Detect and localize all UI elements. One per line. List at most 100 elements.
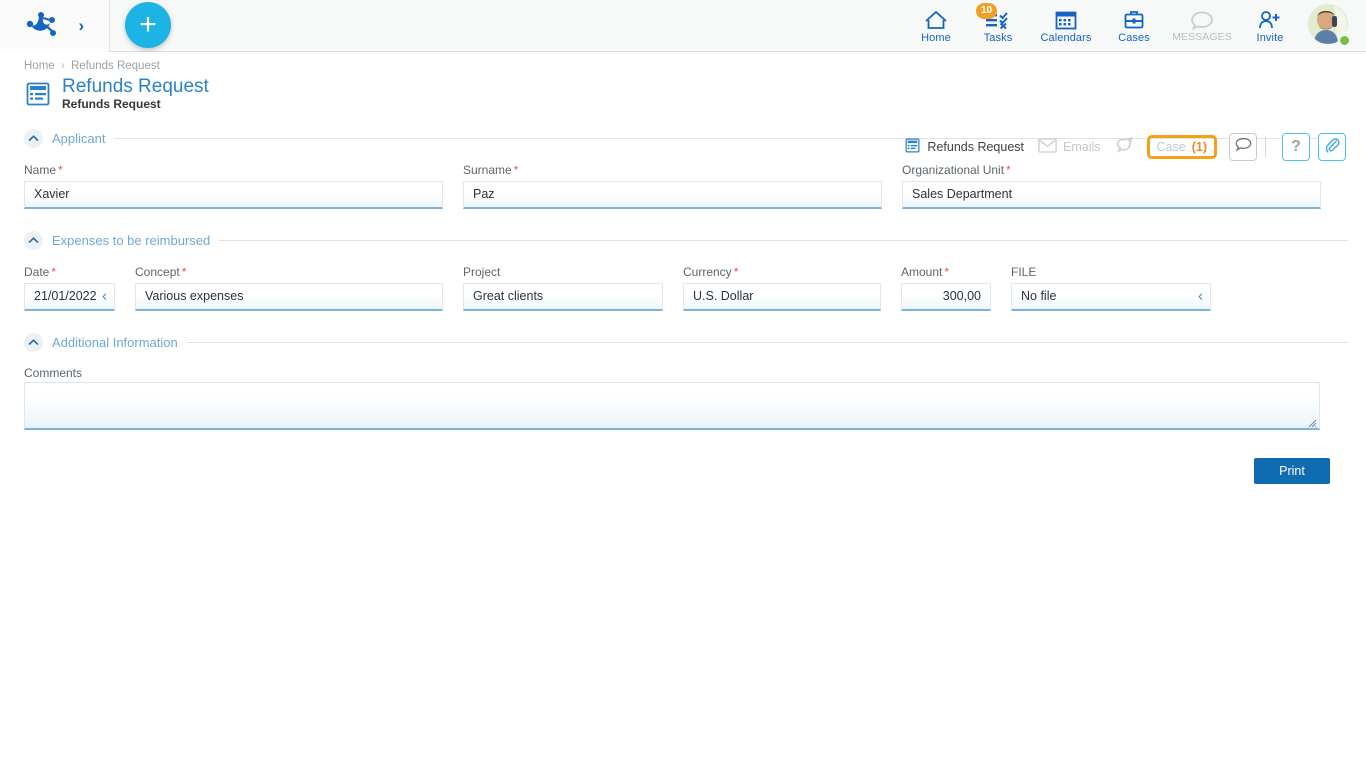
tool-case[interactable]: Case (1) xyxy=(1147,135,1217,159)
section-rule xyxy=(219,240,1348,241)
collapse-toggle-additional[interactable] xyxy=(24,333,43,352)
avatar[interactable] xyxy=(1308,4,1352,48)
field-amount: Amount* 300,00 xyxy=(901,266,991,311)
tool-label-form: Refunds Request xyxy=(927,140,1024,154)
input-file[interactable]: No file ‹ xyxy=(1011,283,1211,311)
input-amount[interactable]: 300,00 xyxy=(901,283,991,311)
field-concept: Concept* Various expenses xyxy=(135,266,443,311)
page-title: Refunds Request xyxy=(62,77,209,97)
tool-label-emails: Emails xyxy=(1063,140,1101,154)
input-surname[interactable]: Paz xyxy=(463,181,882,209)
tool-label-case: Case xyxy=(1157,140,1186,154)
nav-item-tasks[interactable]: 10 Tasks xyxy=(968,0,1028,52)
app-logo-icon[interactable] xyxy=(25,11,57,41)
label-text-date: Date xyxy=(24,265,49,279)
section-title-additional: Additional Information xyxy=(52,335,178,350)
input-project[interactable]: Great clients xyxy=(463,283,663,311)
input-currency[interactable]: U.S. Dollar xyxy=(683,283,881,311)
page-title-texts: Refunds Request Refunds Request xyxy=(62,77,209,111)
header-toolbar: Refunds Request Emails Case (1) xyxy=(897,132,1346,161)
print-button[interactable]: Print xyxy=(1254,458,1330,484)
breadcrumb-separator: › xyxy=(61,60,65,72)
field-surname: Surname* Paz xyxy=(463,164,882,209)
tool-tag[interactable] xyxy=(1108,132,1143,161)
required-marker: * xyxy=(734,265,739,279)
home-icon xyxy=(923,7,949,31)
chevron-left-icon[interactable]: ‹ xyxy=(1198,289,1203,304)
online-status-indicator xyxy=(1338,34,1351,47)
input-value-surname: Paz xyxy=(473,187,495,201)
label-text-currency: Currency xyxy=(683,265,732,279)
label-surname: Surname* xyxy=(463,164,882,176)
question-mark-icon: ? xyxy=(1291,138,1301,156)
page-subtitle: Refunds Request xyxy=(62,98,209,111)
label-concept: Concept* xyxy=(135,266,443,278)
tool-form[interactable]: Refunds Request xyxy=(897,133,1031,161)
comment-button[interactable] xyxy=(1229,133,1257,161)
tasks-badge: 10 xyxy=(976,3,997,19)
form-actions: Print xyxy=(24,458,1348,484)
section-title-applicant: Applicant xyxy=(52,131,105,146)
label-project: Project xyxy=(463,266,663,278)
fields-row-applicant: Name* Xavier Surname* Paz Organizational… xyxy=(24,164,1348,209)
tool-emails[interactable]: Emails xyxy=(1031,134,1108,160)
chevron-left-icon[interactable]: ‹ xyxy=(102,289,107,304)
input-concept[interactable]: Various expenses xyxy=(135,283,443,311)
nav-label-messages: MESSAGES xyxy=(1172,32,1232,44)
help-button[interactable]: ? xyxy=(1282,133,1310,161)
collapse-toggle-applicant[interactable] xyxy=(24,129,43,148)
form-icon xyxy=(24,80,52,108)
required-marker: * xyxy=(51,265,56,279)
field-currency: Currency* U.S. Dollar xyxy=(683,266,881,311)
nav-item-calendars[interactable]: Calendars xyxy=(1030,0,1102,52)
field-file: FILE No file ‹ xyxy=(1011,266,1211,311)
field-organizational-unit: Organizational Unit* Sales Department xyxy=(902,164,1321,209)
nav-label-calendars: Calendars xyxy=(1040,32,1091,44)
required-marker: * xyxy=(1006,163,1011,177)
input-value-concept: Various expenses xyxy=(145,289,243,303)
input-name[interactable]: Xavier xyxy=(24,181,443,209)
sidebar-expand-icon[interactable]: › xyxy=(78,17,84,34)
input-value-date: 21/01/2022 xyxy=(34,289,97,303)
required-marker: * xyxy=(514,163,519,177)
comment-bubble-icon xyxy=(1235,137,1252,157)
case-count: (1) xyxy=(1192,140,1207,154)
label-text-project: Project xyxy=(463,265,500,279)
label-text-concept: Concept xyxy=(135,265,180,279)
nav-label-tasks: Tasks xyxy=(984,32,1013,44)
attachment-button[interactable] xyxy=(1318,133,1346,161)
top-navigation: Home 10 Tasks xyxy=(906,0,1366,52)
input-date[interactable]: 21/01/2022 ‹ xyxy=(24,283,115,311)
field-date: Date* 21/01/2022 ‹ xyxy=(24,266,115,311)
label-name: Name* xyxy=(24,164,443,176)
field-comments: Comments xyxy=(24,364,1348,430)
nav-item-invite[interactable]: Invite xyxy=(1240,0,1300,52)
create-zone: + xyxy=(110,0,186,52)
resize-handle-icon[interactable] xyxy=(1306,415,1317,426)
required-marker: * xyxy=(944,265,949,279)
paperclip-icon xyxy=(1324,136,1341,158)
breadcrumb-current: Refunds Request xyxy=(71,60,160,72)
tag-icon xyxy=(1115,136,1136,157)
fields-row-expenses: Date* 21/01/2022 ‹ Concept* Various expe… xyxy=(24,266,1348,311)
nav-label-home: Home xyxy=(921,32,951,44)
input-organizational-unit[interactable]: Sales Department xyxy=(902,181,1321,209)
form-small-icon xyxy=(904,137,921,157)
create-new-button[interactable]: + xyxy=(125,2,171,48)
input-value-currency: U.S. Dollar xyxy=(693,289,753,303)
label-text-surname: Surname xyxy=(463,163,512,177)
nav-label-cases: Cases xyxy=(1118,32,1150,44)
input-value-file: No file xyxy=(1021,289,1056,303)
label-date: Date* xyxy=(24,266,115,278)
label-comments: Comments xyxy=(24,366,82,380)
calendar-icon xyxy=(1054,7,1078,31)
breadcrumb: Home › Refunds Request xyxy=(24,60,1348,72)
collapse-toggle-expenses[interactable] xyxy=(24,231,43,250)
breadcrumb-home[interactable]: Home xyxy=(24,60,55,72)
nav-item-cases[interactable]: Cases xyxy=(1104,0,1164,52)
required-marker: * xyxy=(58,163,63,177)
message-icon xyxy=(1189,7,1215,31)
nav-item-home[interactable]: Home xyxy=(906,0,966,52)
nav-item-messages[interactable]: MESSAGES xyxy=(1166,0,1238,52)
input-comments[interactable] xyxy=(24,382,1320,430)
